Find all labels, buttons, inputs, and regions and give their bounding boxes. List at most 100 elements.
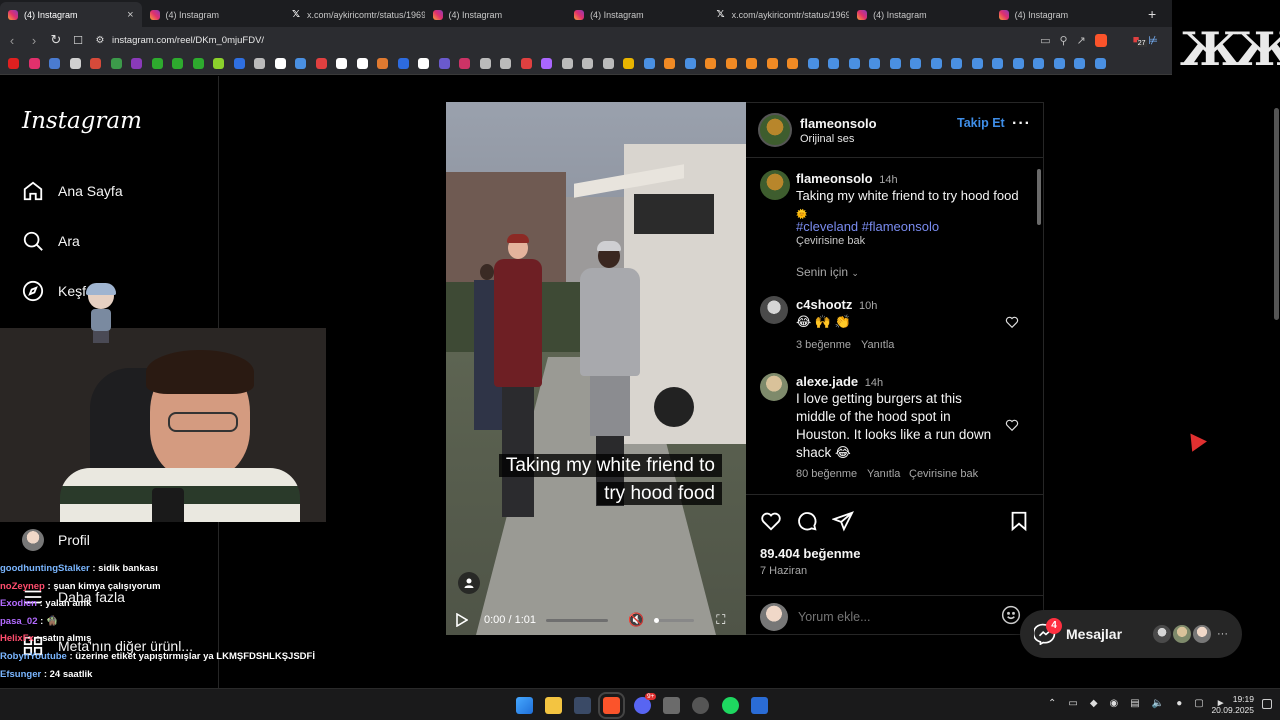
bookmark-icon[interactable] — [541, 58, 552, 69]
new-tab-button[interactable]: + — [1132, 2, 1172, 27]
bookmark-icon[interactable] — [910, 58, 921, 69]
comment-likes[interactable]: 80 beğenme — [796, 468, 857, 480]
bookmark-icon[interactable] — [705, 58, 716, 69]
bookmark-icon[interactable] — [336, 58, 347, 69]
bookmark-icon[interactable] — [151, 58, 163, 69]
bookmark-icon[interactable] — [684, 58, 696, 69]
bookmark-icon[interactable] — [1074, 58, 1085, 69]
for-you-dropdown[interactable]: Senin için ⌄ — [796, 265, 859, 279]
bookmark-icon[interactable] — [930, 58, 942, 69]
share-icon[interactable] — [832, 510, 854, 532]
comment-reply-button[interactable]: Yanıtla — [861, 339, 894, 351]
see-translation-caption[interactable]: Çevirisine bak — [796, 235, 865, 247]
bookmark-icon[interactable] — [356, 58, 368, 69]
brave-shield-icon[interactable] — [1094, 33, 1107, 47]
bookmark-icon[interactable] — [1094, 58, 1106, 69]
more-options-icon[interactable]: ··· — [1012, 115, 1031, 133]
play-icon[interactable] — [456, 613, 468, 627]
comment-input[interactable] — [798, 607, 978, 627]
bookmark-icon[interactable] — [746, 58, 757, 69]
bookmark-icon[interactable] — [951, 58, 962, 69]
comment-username[interactable]: alexe.jade — [796, 374, 858, 389]
share-icon[interactable]: ↗ — [1077, 34, 1086, 47]
bookmark-icon[interactable] — [254, 58, 265, 69]
bookmark-icon[interactable] — [69, 58, 81, 69]
bookmark-icon[interactable] — [192, 58, 204, 69]
wallet-icon[interactable]: ⊭ — [1148, 34, 1158, 47]
instagram-logo[interactable]: Instagram — [22, 108, 142, 134]
start-icon[interactable] — [516, 697, 533, 714]
bookmark-icon[interactable] — [807, 58, 819, 69]
bookmark-icon[interactable] — [274, 58, 286, 69]
bookmark-icon[interactable] — [315, 58, 327, 69]
like-icon[interactable] — [760, 510, 782, 532]
display-icon[interactable]: ▢ — [1194, 698, 1203, 709]
spotify-icon[interactable] — [722, 697, 739, 714]
comment-avatar[interactable] — [760, 296, 788, 324]
audio-label[interactable]: Orijinal ses — [800, 133, 854, 145]
browser-tab[interactable]: (4) Instagram — [425, 2, 567, 27]
video-progress[interactable] — [546, 618, 608, 622]
install-icon[interactable]: ▭ — [1040, 34, 1050, 47]
shield-icon[interactable]: ◆ — [1090, 698, 1098, 709]
bookmark-icon[interactable] — [438, 58, 450, 69]
bookmark-icon[interactable] — [233, 58, 245, 69]
bookmark-icon[interactable] — [992, 58, 1003, 69]
site-info-icon[interactable]: ⚙ — [90, 35, 110, 46]
bookmark-icon[interactable] — [869, 58, 880, 69]
bookmark-icon[interactable] — [213, 58, 224, 69]
bookmark-icon[interactable] — [889, 58, 901, 69]
messages-button[interactable]: 4 Mesajlar ··· — [1020, 610, 1242, 658]
bookmark-icon[interactable] — [377, 58, 388, 69]
browser-tab[interactable]: (4) Instagram — [142, 2, 284, 27]
obs-icon[interactable] — [692, 697, 709, 714]
bookmark-icon[interactable] — [28, 58, 40, 69]
bookmark-icon[interactable] — [8, 58, 19, 69]
tagged-user-icon[interactable] — [458, 572, 480, 594]
fullscreen-icon[interactable]: ⛶ — [716, 612, 725, 628]
file-explorer-icon[interactable] — [545, 697, 562, 714]
comment-reply-button[interactable]: Yanıtla — [867, 468, 900, 480]
nav-profile[interactable]: Profil — [22, 527, 90, 553]
owner-username[interactable]: flameonsolo — [800, 116, 877, 131]
nav-home[interactable]: Ana Sayfa — [22, 178, 123, 204]
bookmark-icon[interactable] — [725, 58, 737, 69]
comment-username[interactable]: c4shootz — [796, 297, 852, 312]
browser-tab[interactable]: (4) Instagram — [991, 2, 1133, 27]
battery-icon[interactable]: ▭ — [1068, 698, 1077, 709]
bookmark-icon[interactable] — [479, 58, 491, 69]
hashtags[interactable]: #cleveland #flameonsolo — [796, 219, 939, 234]
owner-avatar[interactable] — [758, 113, 792, 147]
bookmark-icon[interactable] — [418, 58, 429, 69]
volume-slider[interactable] — [654, 617, 695, 623]
bookmark-icon[interactable]: ☐ — [68, 34, 88, 47]
volume-icon[interactable]: 🔈 — [1152, 698, 1164, 709]
bookmark-icon[interactable] — [623, 58, 634, 69]
bookmark-icon[interactable] — [582, 58, 593, 69]
mic-icon[interactable]: ● — [1176, 698, 1182, 709]
comments-scrollbar[interactable] — [1035, 159, 1043, 494]
nav-search[interactable]: Ara — [22, 228, 80, 254]
tab-close-icon[interactable]: × — [127, 9, 133, 21]
app-icon[interactable] — [663, 697, 680, 714]
bookmark-icon[interactable] — [848, 58, 860, 69]
network-icon[interactable]: ▤ — [1130, 698, 1139, 709]
bookmark-icon[interactable] — [1053, 58, 1065, 69]
caption-avatar[interactable] — [760, 170, 790, 200]
bookmark-icon[interactable] — [500, 58, 511, 69]
url-field[interactable]: instagram.com/reel/DKm_0mjuFDV/ — [112, 35, 1040, 46]
bookmark-icon[interactable] — [90, 58, 101, 69]
chevron-up-icon[interactable]: ⌃ — [1048, 698, 1056, 709]
bookmark-icon[interactable] — [971, 58, 983, 69]
reload-icon[interactable]: ↻ — [46, 32, 66, 48]
bookmark-icon[interactable] — [110, 58, 122, 69]
steam-tray-icon[interactable]: ◉ — [1110, 698, 1119, 709]
clock[interactable]: 19:19 20.09.2025 — [1211, 694, 1254, 716]
bookmark-icon[interactable] — [643, 58, 655, 69]
back-icon[interactable]: ‹ — [2, 33, 22, 48]
bookmark-icon[interactable] — [561, 58, 573, 69]
save-icon[interactable] — [1008, 510, 1030, 532]
bookmark-icon[interactable] — [787, 58, 798, 69]
extension-icon[interactable]: ■27 — [1133, 34, 1147, 47]
comment-icon[interactable] — [796, 510, 818, 532]
